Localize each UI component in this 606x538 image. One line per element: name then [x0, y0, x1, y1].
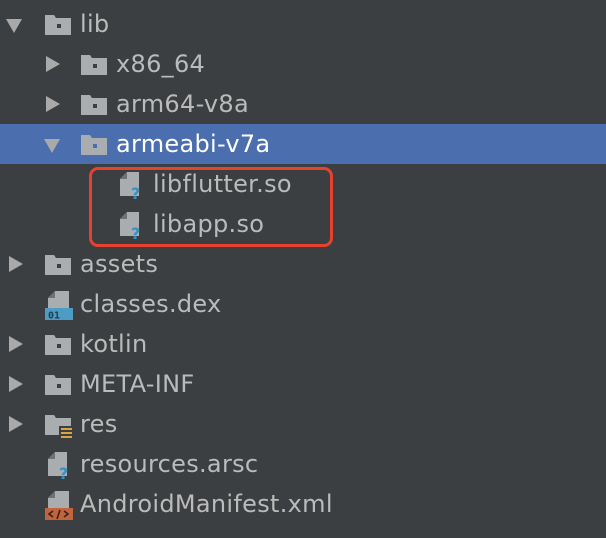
folder-icon — [81, 55, 107, 75]
tree-item-lib[interactable]: lib — [0, 4, 606, 44]
tree-item-classes-dex[interactable]: 01 classes.dex — [0, 284, 606, 324]
highlight-box — [89, 167, 333, 247]
tree-item-label: AndroidManifest.xml — [80, 490, 333, 518]
tree-item-label: kotlin — [80, 330, 148, 358]
tree-item-res[interactable]: res — [0, 404, 606, 444]
tree-item-meta-inf[interactable]: META-INF — [0, 364, 606, 404]
tree-item-label: res — [80, 410, 118, 438]
folder-icon — [81, 135, 107, 155]
tree-item-label: x86_64 — [116, 50, 206, 78]
unknown-file-icon: ? — [48, 452, 68, 480]
collapse-arrow-icon[interactable] — [9, 336, 23, 352]
tree-item-label: arm64-v8a — [116, 90, 249, 118]
collapse-arrow-icon[interactable] — [9, 256, 23, 272]
expand-arrow-icon[interactable] — [44, 139, 60, 153]
tree-item-arm64-v8a[interactable]: arm64-v8a — [0, 84, 606, 124]
collapse-arrow-icon[interactable] — [46, 96, 60, 112]
collapse-arrow-icon[interactable] — [46, 56, 60, 72]
tree-item-label: lib — [80, 10, 110, 38]
tree-item-label: assets — [80, 250, 159, 278]
tree-item-armeabi-v7a[interactable]: armeabi-v7a — [0, 124, 606, 164]
tree-item-assets[interactable]: assets — [0, 244, 606, 284]
collapse-arrow-icon[interactable] — [9, 416, 23, 432]
tree-item-label: armeabi-v7a — [116, 130, 271, 158]
folder-icon — [45, 375, 71, 395]
tree-item-x86_64[interactable]: x86_64 — [0, 44, 606, 84]
tree-item-kotlin[interactable]: kotlin — [0, 324, 606, 364]
tree-item-androidmanifest-xml[interactable]: AndroidManifest.xml — [0, 484, 606, 524]
xml-file-icon — [45, 491, 73, 520]
dex-file-icon: 01 — [45, 291, 73, 322]
project-tree: lib x86_64 arm64-v8a armeabi-v7a ? libfl… — [0, 0, 606, 538]
tree-item-label: classes.dex — [80, 290, 222, 318]
collapse-arrow-icon[interactable] — [9, 376, 23, 392]
folder-icon — [45, 15, 71, 35]
resources-folder-icon — [45, 415, 74, 441]
tree-item-resources-arsc[interactable]: ? resources.arsc — [0, 444, 606, 484]
dex-badge-label: 01 — [48, 311, 60, 322]
folder-icon — [45, 255, 71, 275]
folder-icon — [45, 335, 71, 355]
expand-arrow-icon[interactable] — [6, 19, 22, 33]
tree-item-label: META-INF — [80, 370, 195, 398]
tree-item-label: resources.arsc — [80, 450, 259, 478]
folder-icon — [81, 95, 107, 115]
svg-text:?: ? — [59, 464, 68, 480]
